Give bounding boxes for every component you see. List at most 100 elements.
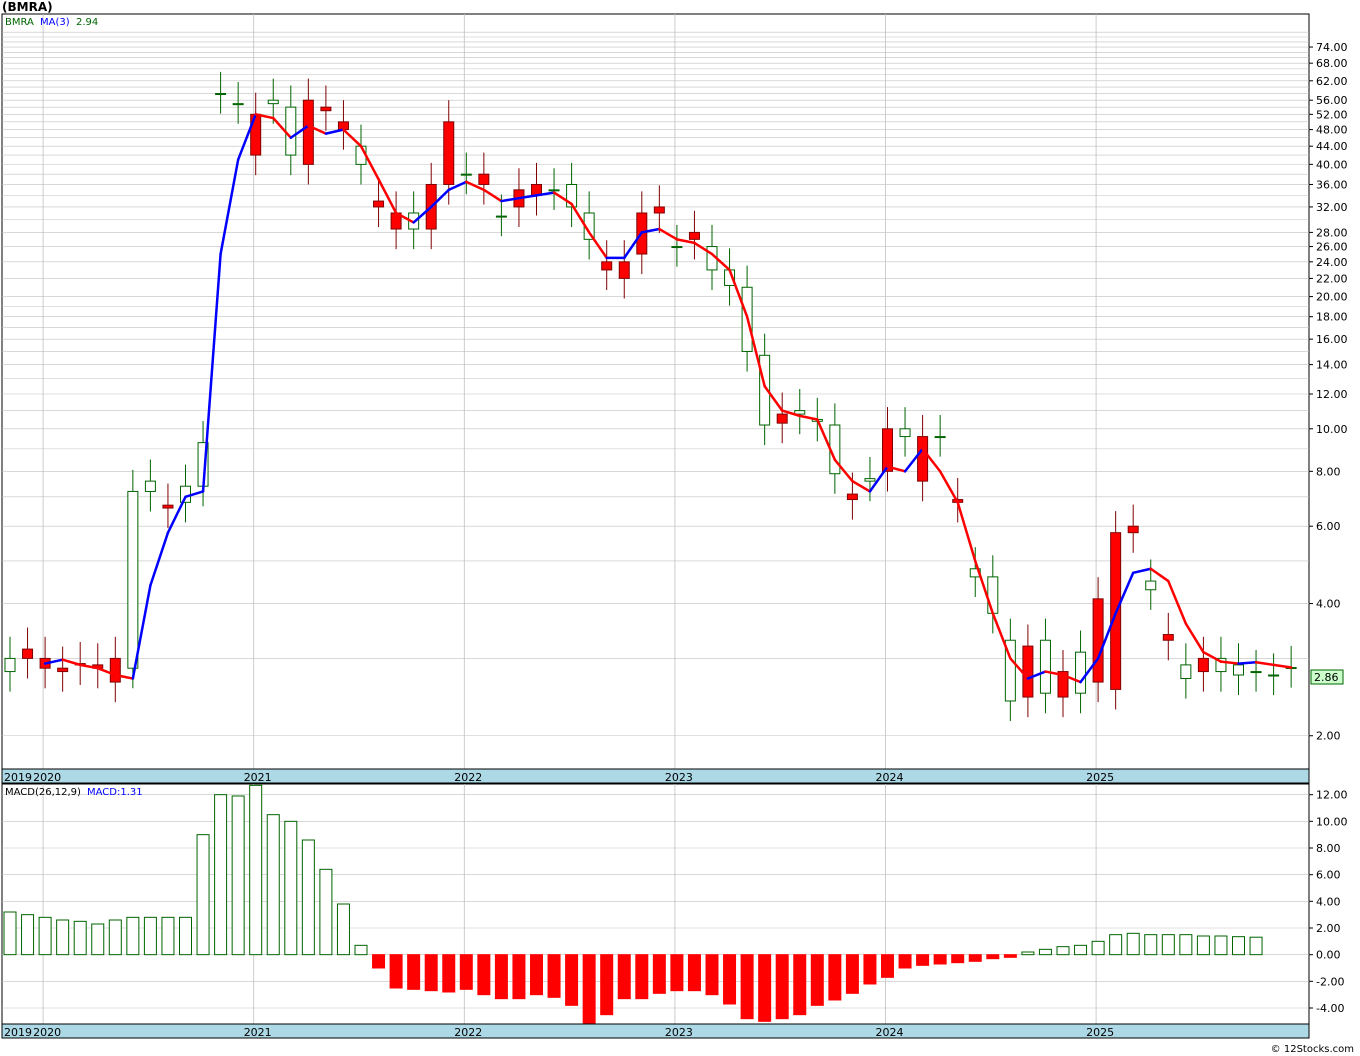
candle-body: [601, 261, 613, 271]
macd-bar: [635, 954, 649, 1000]
macd-bar: [231, 795, 245, 956]
year-label-bottom: 2024: [876, 1026, 904, 1039]
candle-body: [1075, 651, 1087, 694]
chart-title: (BMRA): [2, 0, 53, 14]
macd-bar: [687, 954, 701, 992]
year-label-bottom: 2021: [244, 1026, 272, 1039]
candle-body: [1092, 598, 1104, 683]
candle-body: [671, 246, 683, 249]
macd-bar: [196, 834, 210, 956]
macd-legend-label: MACD(26,12,9): [5, 787, 81, 798]
candle-body: [57, 667, 69, 673]
year-label-top: 2025: [1086, 771, 1114, 784]
price-tick-label: 4.00: [1316, 598, 1341, 611]
price-tick-label: 62.00: [1316, 75, 1348, 88]
year-label-bottom: 2020: [33, 1026, 61, 1039]
macd-bar: [21, 914, 35, 956]
candle-body: [1145, 580, 1157, 591]
year-label-top: 2024: [876, 771, 904, 784]
macd-tick-label: 4.00: [1316, 895, 1341, 908]
candle-body: [1268, 674, 1280, 677]
macd-bar: [617, 954, 631, 1000]
candle-body: [109, 657, 121, 683]
candle-body: [987, 576, 999, 614]
macd-bar: [372, 954, 386, 969]
macd-bar: [670, 954, 684, 992]
candle-body: [548, 189, 560, 192]
macd-bar: [775, 954, 789, 1020]
macd-bar: [1003, 954, 1017, 958]
year-label-top: 2020: [33, 771, 61, 784]
macd-bar: [73, 920, 87, 956]
macd-bar: [828, 954, 842, 1001]
macd-bar: [494, 954, 508, 1000]
macd-bar: [600, 954, 614, 1016]
candle-body: [22, 648, 34, 659]
candle-body: [495, 215, 507, 218]
macd-bar: [986, 954, 1000, 960]
candle-body: [373, 200, 385, 208]
macd-bar: [108, 919, 122, 956]
candle-body: [443, 121, 455, 185]
macd-bar: [477, 954, 491, 996]
price-tick-label: 20.00: [1316, 291, 1348, 304]
macd-tick-label: 8.00: [1316, 842, 1341, 855]
macd-bar: [1144, 934, 1158, 956]
macd-bar: [319, 868, 333, 956]
candle-body: [267, 99, 279, 105]
candle-body: [1039, 639, 1051, 694]
candle-body: [1180, 664, 1192, 680]
year-label-bottom: 2023: [665, 1026, 693, 1039]
macd-bar: [1249, 936, 1263, 956]
macd-tick-label: -4.00: [1316, 1002, 1344, 1015]
year-label-bottom: 2025: [1086, 1026, 1114, 1039]
macd-bar: [951, 954, 965, 964]
candle-body: [215, 93, 227, 96]
price-tick-label: 40.00: [1316, 158, 1348, 171]
candle-body: [1233, 664, 1244, 676]
macd-bar: [565, 954, 579, 1006]
macd-bar: [336, 903, 350, 956]
macd-bar: [407, 954, 421, 990]
price-tick-label: 10.00: [1316, 423, 1348, 436]
macd-bar: [301, 839, 315, 956]
macd-bar: [1109, 934, 1123, 956]
candle-body: [127, 490, 139, 669]
year-label-bottom: 2019: [4, 1026, 32, 1039]
macd-tick-label: 12.00: [1316, 789, 1348, 802]
macd-bar: [898, 954, 912, 969]
macd-bar: [810, 954, 824, 1006]
legend-ma-value: 2.94: [76, 17, 98, 28]
legend-ma-label: MA(3): [40, 17, 70, 28]
price-tick-label: 26.00: [1316, 241, 1348, 254]
macd-bar: [1021, 951, 1035, 956]
price-tick-label: 44.00: [1316, 140, 1348, 153]
macd-bar: [1074, 944, 1088, 956]
candle-body: [460, 173, 472, 176]
macd-bar: [126, 916, 140, 956]
macd-tick-label: 2.00: [1316, 922, 1341, 935]
price-tick-label: 12.00: [1316, 388, 1348, 401]
price-tick-label: 2.00: [1316, 730, 1341, 743]
price-tick-label: 16.00: [1316, 333, 1348, 346]
macd-bar: [881, 954, 894, 978]
candle-body: [144, 480, 156, 492]
price-tick-label: 8.00: [1316, 465, 1341, 478]
macd-bar: [547, 954, 561, 998]
macd-bar: [214, 794, 228, 956]
candle-body: [688, 231, 700, 240]
macd-bar: [1056, 946, 1070, 956]
price-tick-label: 52.00: [1316, 108, 1348, 121]
macd-bar: [758, 954, 772, 1022]
macd-bar: [38, 916, 52, 956]
macd-bar: [389, 954, 403, 989]
candle-body: [864, 478, 876, 482]
macd-bar: [582, 954, 596, 1025]
price-tick-label: 14.00: [1316, 359, 1348, 372]
candle-body: [320, 106, 332, 112]
candle-body: [1197, 657, 1209, 673]
macd-bar: [845, 954, 859, 994]
ma-segment: [1237, 661, 1258, 665]
macd-tick-label: -2.00: [1316, 975, 1344, 988]
macd-bar: [705, 954, 719, 996]
